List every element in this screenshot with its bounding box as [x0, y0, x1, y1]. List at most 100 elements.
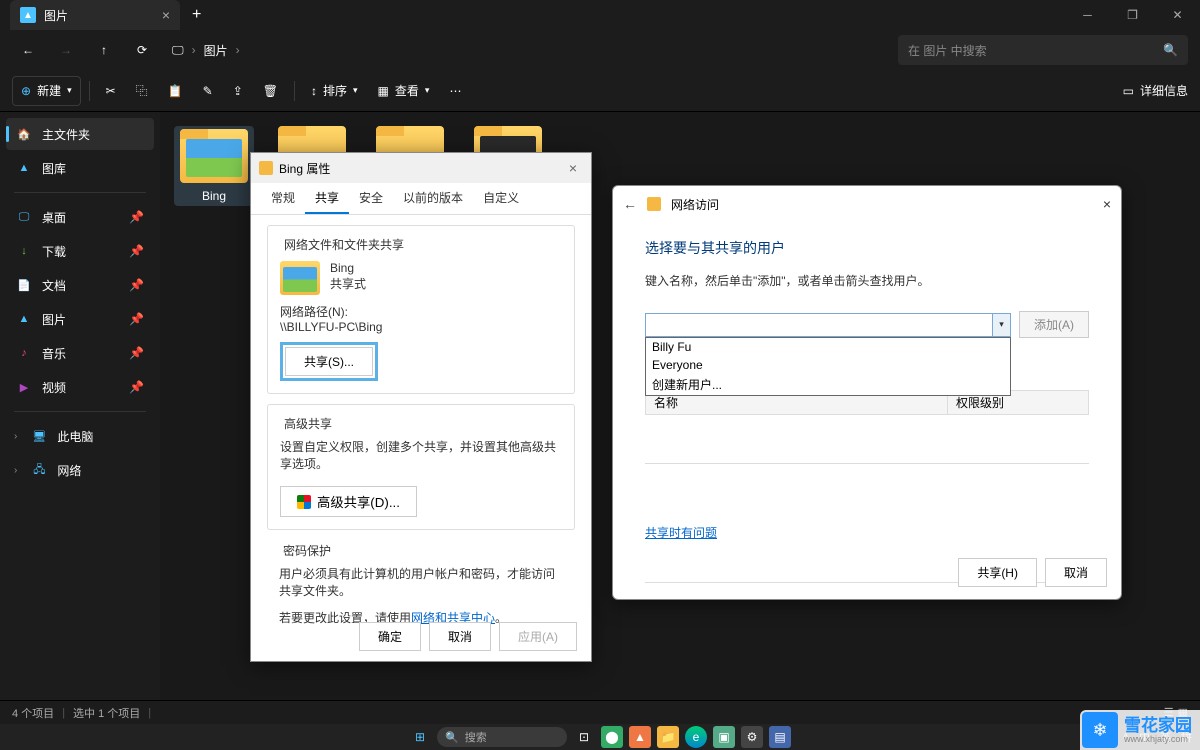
pin-icon: 📌	[129, 380, 144, 394]
separator: |	[148, 707, 151, 719]
close-icon[interactable]: ×	[1103, 196, 1111, 212]
chevron-down-icon: ▾	[353, 85, 358, 96]
add-button[interactable]: 添加(A)	[1019, 311, 1089, 338]
user-input[interactable]	[646, 314, 992, 336]
tab-custom[interactable]: 自定义	[473, 183, 529, 214]
taskbar-edge[interactable]: e	[685, 726, 707, 748]
tab-versions[interactable]: 以前的版本	[393, 183, 473, 214]
sidebar: 🏠主文件夹 ▲图库 🖵桌面📌 ↓下载📌 📄文档📌 ▲图片📌 ♪音乐📌 ▶视频📌 …	[0, 112, 160, 700]
user-combobox[interactable]: ▾ Billy Fu Everyone 创建新用户...	[645, 313, 1011, 337]
details-label: 详细信息	[1140, 82, 1188, 99]
toolbar: ⊕ 新建 ▾ ✂ ⿻ 📋 ✎ ⇪ 🗑 ↕ 排序 ▾ ▦ 查看 ▾ ⋯ ▭ 详细信…	[0, 70, 1200, 112]
folder-label: Bing	[202, 189, 226, 203]
close-icon[interactable]: ×	[563, 160, 583, 176]
start-button[interactable]: ⊞	[409, 726, 431, 748]
maximize-button[interactable]: ❐	[1110, 0, 1155, 30]
advanced-share-group: 高级共享 设置自定义权限，创建多个共享，并设置其他高级共享选项。 高级共享(D)…	[267, 404, 575, 530]
tab-general[interactable]: 常规	[261, 183, 305, 214]
breadcrumb[interactable]: 🖵 › 图片 ›	[164, 42, 248, 59]
dialog-titlebar[interactable]: ← 网络访问 ×	[613, 186, 1121, 222]
breadcrumb-item[interactable]: 图片	[204, 42, 228, 59]
close-button[interactable]: ✕	[1155, 0, 1200, 30]
taskbar-app[interactable]: ⬤	[601, 726, 623, 748]
share-button[interactable]: 共享(S)...	[285, 347, 373, 376]
tab-security[interactable]: 安全	[349, 183, 393, 214]
tab-title: 图片	[44, 7, 154, 24]
dialog-title: Bing 属性	[279, 160, 330, 177]
new-tab-button[interactable]: +	[180, 6, 213, 24]
sort-label: 排序	[323, 82, 347, 99]
back-icon[interactable]: ←	[623, 196, 637, 212]
status-bar: 4 个项目 | 选中 1 个项目 | ☰ ▦	[0, 700, 1200, 724]
search-box[interactable]: 在 图片 中搜索 🔍	[898, 35, 1188, 65]
folder-icon	[259, 161, 273, 175]
cancel-button[interactable]: 取消	[429, 622, 491, 651]
task-view-icon[interactable]: ⊡	[573, 726, 595, 748]
share-button[interactable]: ⇪	[225, 76, 251, 106]
sidebar-item-gallery[interactable]: ▲图库	[6, 152, 154, 184]
rename-icon: ✎	[203, 84, 213, 98]
sidebar-item-videos[interactable]: ▶视频📌	[6, 371, 154, 403]
cut-button[interactable]: ✂	[98, 76, 124, 106]
cancel-button[interactable]: 取消	[1045, 558, 1107, 587]
sidebar-item-music[interactable]: ♪音乐📌	[6, 337, 154, 369]
back-button[interactable]: ←	[12, 34, 44, 66]
window-tab[interactable]: ▲ 图片 ×	[10, 0, 180, 30]
view-button[interactable]: ▦ 查看 ▾	[370, 76, 438, 106]
dialog-titlebar[interactable]: Bing 属性 ×	[251, 153, 591, 183]
taskbar-app[interactable]: ▣	[713, 726, 735, 748]
taskbar-app[interactable]: ▲	[629, 726, 651, 748]
details-pane-button[interactable]: ▭ 详细信息	[1123, 82, 1188, 99]
up-button[interactable]: ↑	[88, 34, 120, 66]
taskbar-settings[interactable]: ⚙	[741, 726, 763, 748]
taskbar-search[interactable]: 🔍搜索	[437, 727, 567, 747]
sidebar-label: 文档	[42, 277, 66, 294]
separator	[14, 192, 146, 193]
sidebar-item-network[interactable]: ›🖧网络	[6, 454, 154, 486]
delete-button[interactable]: 🗑	[255, 76, 286, 106]
copy-icon: ⿻	[136, 82, 148, 99]
trash-icon: 🗑	[263, 84, 278, 98]
forward-button[interactable]: →	[50, 34, 82, 66]
search-icon: 🔍	[445, 731, 459, 744]
dialog-footer: 共享(H) 取消	[944, 558, 1121, 587]
ok-button[interactable]: 确定	[359, 622, 421, 651]
view-label: 查看	[395, 82, 419, 99]
sidebar-item-documents[interactable]: 📄文档📌	[6, 269, 154, 301]
more-button[interactable]: ⋯	[441, 76, 469, 106]
taskbar-explorer[interactable]: 📁	[657, 726, 679, 748]
snowflake-icon: ❄	[1082, 712, 1118, 748]
taskbar-app[interactable]: ▤	[769, 726, 791, 748]
sort-button[interactable]: ↕ 排序 ▾	[303, 76, 366, 106]
help-link[interactable]: 共享时有问题	[645, 524, 717, 541]
tab-close-icon[interactable]: ×	[162, 7, 170, 23]
watermark-text: 雪花家园	[1124, 717, 1192, 734]
dropdown-option[interactable]: 创建新用户...	[646, 374, 1010, 395]
sidebar-item-desktop[interactable]: 🖵桌面📌	[6, 201, 154, 233]
share-confirm-button[interactable]: 共享(H)	[958, 558, 1037, 587]
chevron-down-icon[interactable]: ▾	[992, 314, 1010, 336]
user-input-row: ▾ Billy Fu Everyone 创建新用户... 添加(A)	[645, 311, 1089, 338]
paste-button[interactable]: 📋	[160, 76, 191, 106]
advanced-share-button[interactable]: 高级共享(D)...	[280, 486, 417, 517]
sidebar-item-home[interactable]: 🏠主文件夹	[6, 118, 154, 150]
dropdown-option[interactable]: Billy Fu	[646, 338, 1010, 356]
pwd-desc: 用户必须具有此计算机的用户帐户和密码，才能访问共享文件夹。	[279, 565, 563, 599]
sidebar-item-downloads[interactable]: ↓下载📌	[6, 235, 154, 267]
minimize-button[interactable]: ─	[1065, 0, 1110, 30]
tab-share[interactable]: 共享	[305, 183, 349, 214]
rename-button[interactable]: ✎	[195, 76, 221, 106]
dialog-tabs: 常规 共享 安全 以前的版本 自定义	[251, 183, 591, 215]
new-button[interactable]: ⊕ 新建 ▾	[12, 76, 81, 106]
refresh-button[interactable]: ⟳	[126, 34, 158, 66]
apply-button[interactable]: 应用(A)	[499, 622, 577, 651]
dropdown-option[interactable]: Everyone	[646, 356, 1010, 374]
watermark-url: www.xhjaty.com	[1124, 734, 1192, 744]
sidebar-item-pictures[interactable]: ▲图片📌	[6, 303, 154, 335]
folder-bing[interactable]: Bing	[174, 126, 254, 206]
pc-icon: 🖥	[31, 428, 47, 444]
videos-icon: ▶	[16, 379, 32, 395]
sidebar-item-thispc[interactable]: ›🖥此电脑	[6, 420, 154, 452]
pin-icon: 📌	[129, 346, 144, 360]
copy-button[interactable]: ⿻	[128, 76, 156, 106]
